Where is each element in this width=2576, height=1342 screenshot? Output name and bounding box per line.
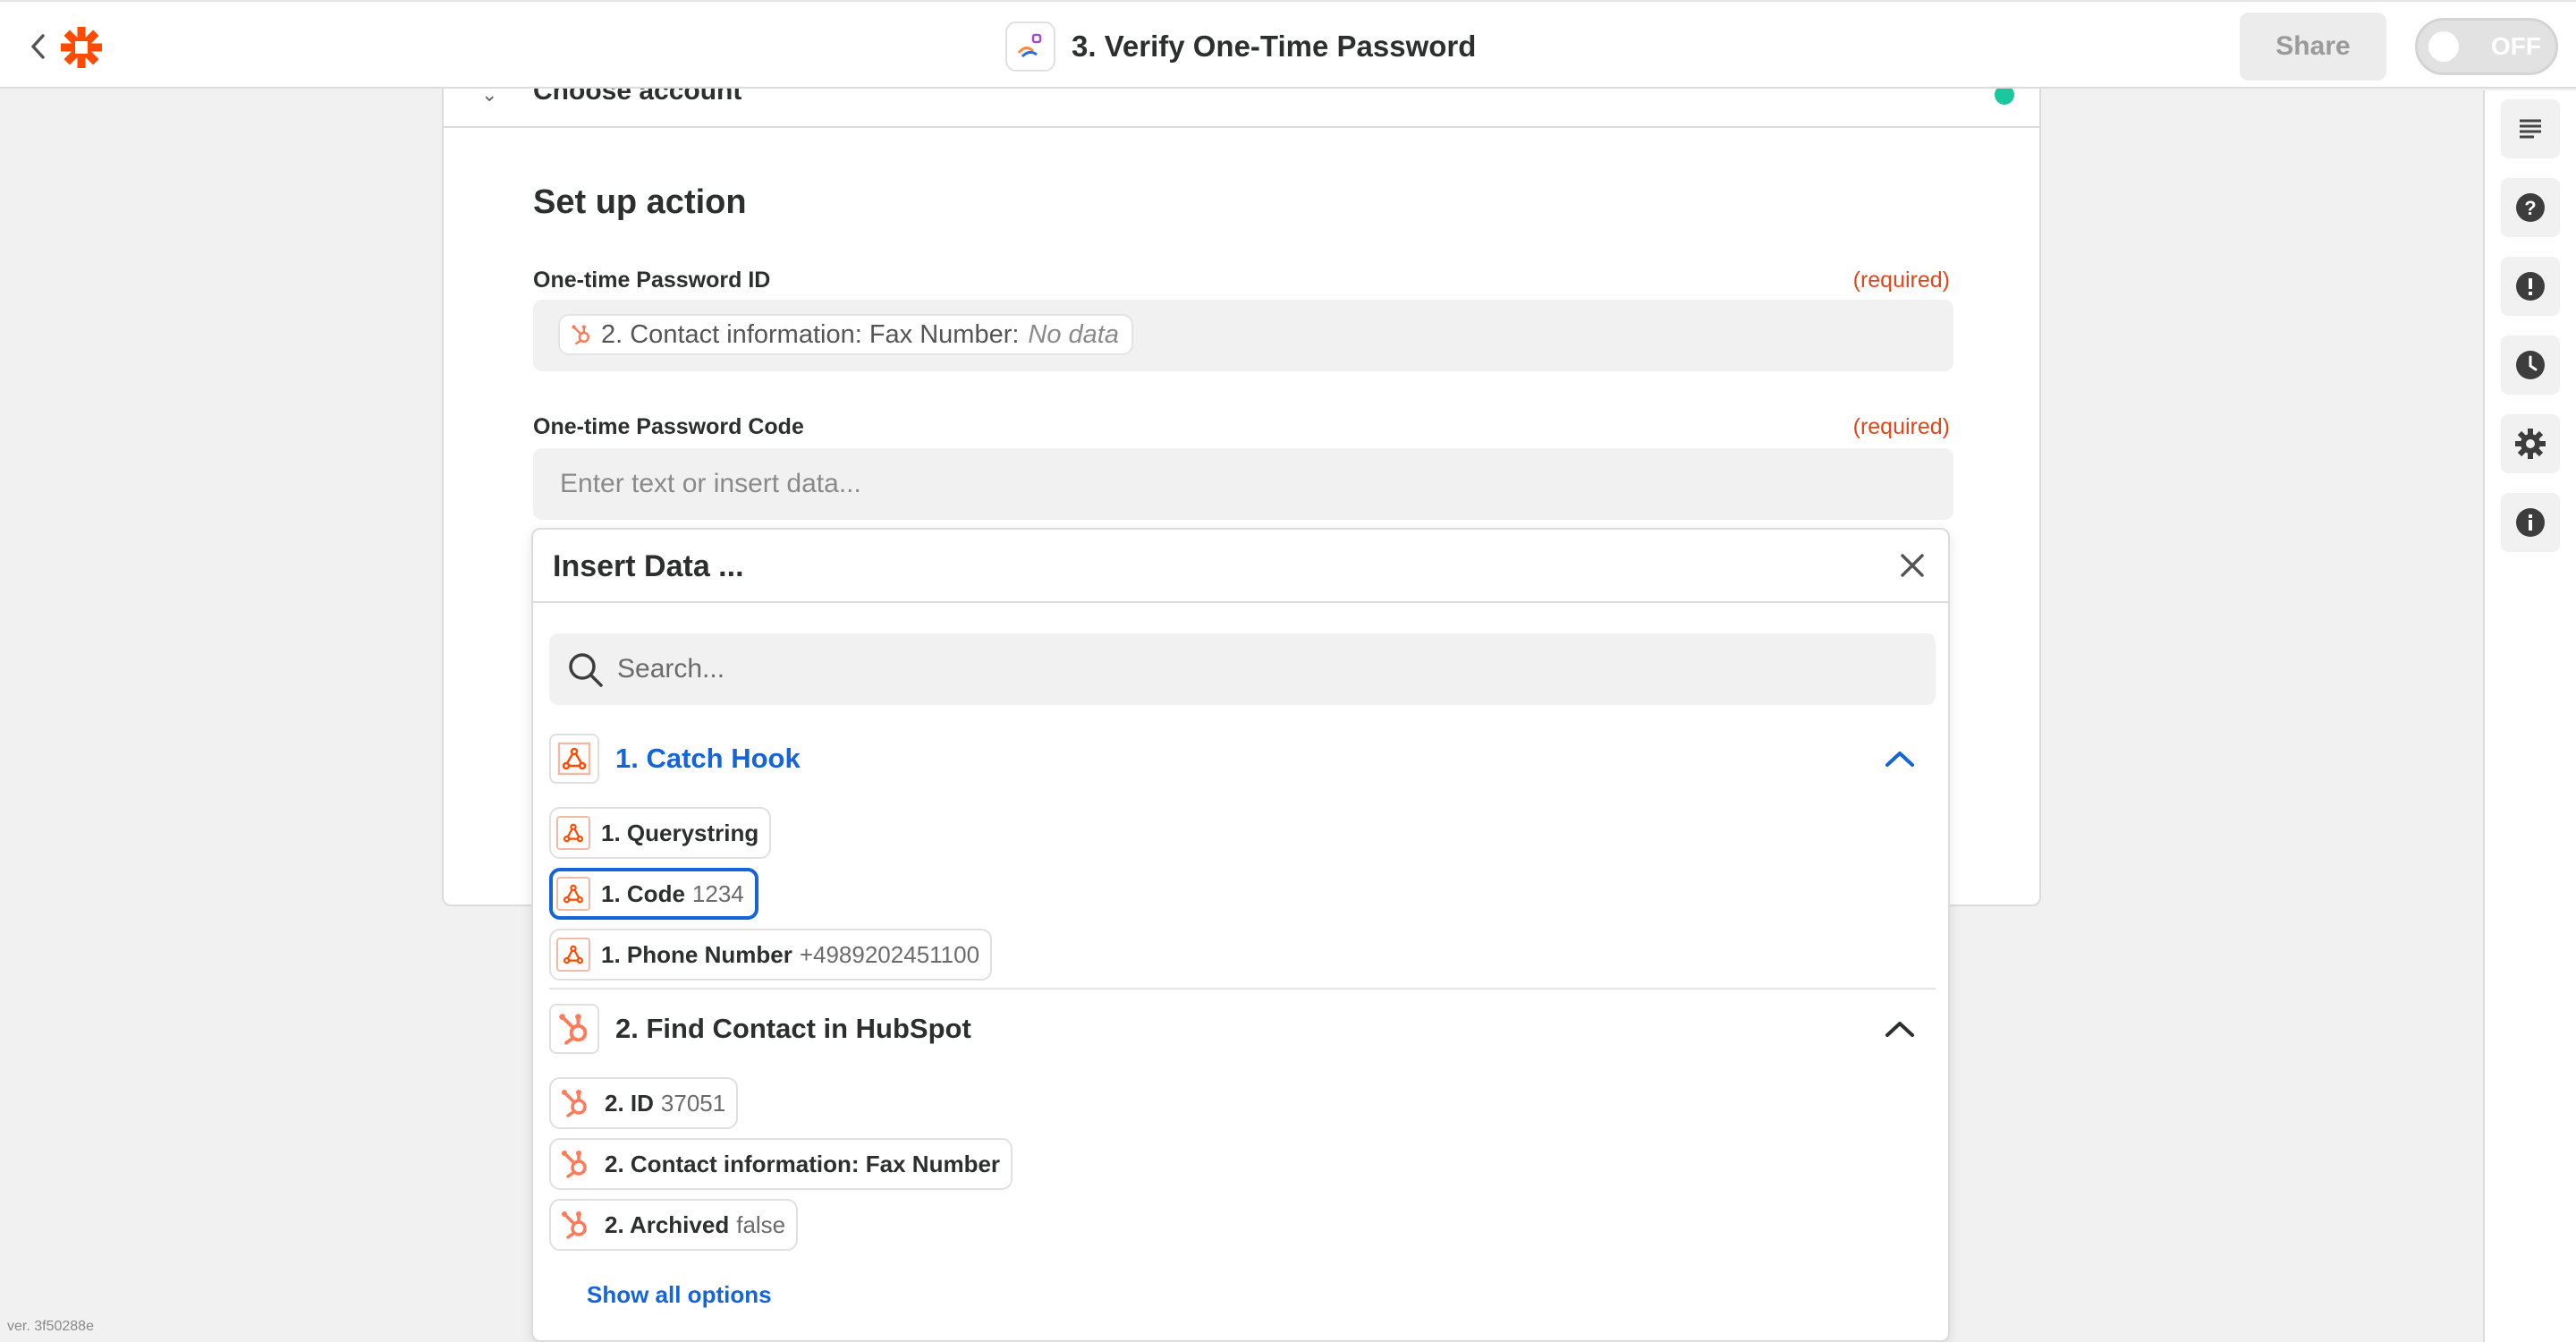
chevron-down-icon: ⌄ [481,89,498,106]
pill-nodata: No data [1028,319,1119,349]
complete-status-icon [1995,89,2014,105]
data-item-name: 2. ID [605,1089,654,1117]
close-button[interactable] [1894,548,1930,583]
alerts-button[interactable] [2501,257,2560,316]
history-button[interactable] [2501,336,2560,395]
share-button[interactable]: Share [2240,13,2386,81]
chevron-up-icon[interactable] [1882,1015,1918,1043]
history-icon [2516,351,2545,379]
mapped-data-pill[interactable]: 2. Contact information: Fax Number: No d… [558,314,1133,355]
help-button[interactable]: ? [2501,178,2560,237]
otp-code-input[interactable] [533,448,1953,520]
info-icon [2516,508,2545,537]
help-icon: ? [2516,193,2545,222]
webhook-icon [556,816,590,850]
toggle-state-label: OFF [2491,32,2541,60]
required-indicator: (required) [1852,268,1950,293]
page-title: 3. Verify One-Time Password [1072,30,1477,63]
outline-button[interactable] [2501,99,2560,158]
group-header-hubspot[interactable]: 2. Find Contact in HubSpot [549,1002,1936,1056]
search-box[interactable] [549,633,1936,705]
webhook-icon [549,734,599,784]
hubspot-icon [556,1206,594,1244]
hubspot-icon [572,325,589,345]
data-item-value: 1234 [691,879,744,907]
data-item-phone-number[interactable]: 1. Phone Number +4989202451100 [549,929,993,981]
choose-account-section[interactable]: ⌄ Choose account [444,89,2039,128]
data-item-name: 1. Phone Number [601,940,792,968]
data-item-id[interactable]: 2. ID 37051 [549,1077,739,1129]
required-indicator: (required) [1852,414,1950,439]
hubspot-icon [556,1084,594,1122]
outline-icon [2520,119,2541,139]
svg-text:?: ? [2524,197,2536,219]
data-item-value: 37051 [660,1089,726,1117]
alert-icon [2516,272,2545,301]
settings-icon [2515,429,2546,459]
field-label-otp-id: One-time Password ID [533,268,771,293]
toggle-knob [2428,31,2459,62]
otp-id-field[interactable]: 2. Contact information: Fax Number: No d… [533,300,1953,371]
data-item-code[interactable]: 1. Code 1234 [549,868,758,920]
app-step-icon [1005,21,1055,72]
top-bar: 3. Verify One-Time Password Share OFF [0,0,2576,89]
data-item-value: +4989202451100 [799,940,980,968]
zap-on-off-toggle[interactable]: OFF [2415,18,2558,75]
webhook-icon [556,938,590,972]
search-icon [569,653,603,687]
group-title: 2. Find Contact in HubSpot [615,1013,971,1044]
data-item-archived[interactable]: 2. Archived false [549,1199,799,1251]
close-icon [1901,554,1924,577]
data-item-fax-number[interactable]: 2. Contact information: Fax Number [549,1138,1013,1190]
webhook-icon [556,877,590,911]
chevron-up-icon[interactable] [1882,744,1918,773]
insert-data-dropdown: Insert Data ... 1. Catch Hook 1. Q [531,528,1950,1342]
choose-account-label: Choose account [533,89,742,106]
zapier-logo-icon[interactable] [59,25,104,70]
search-input[interactable] [617,633,1914,705]
data-item-name: 1. Querystring [601,819,759,846]
group-title: 1. Catch Hook [615,743,801,774]
otp-code-field[interactable] [533,448,1953,520]
show-all-options-link[interactable]: Show all options [587,1281,772,1309]
data-item-name: 2. Contact information: Fax Number [605,1150,1001,1177]
pill-text: 2. Contact information: Fax Number: [601,319,1020,349]
settings-button[interactable] [2501,414,2560,473]
zap-title[interactable]: 3. Verify One-Time Password [1005,21,1476,72]
dropdown-header: Insert Data ... [533,530,1948,603]
group-divider [549,988,1936,990]
group-header-catch-hook[interactable]: 1. Catch Hook [549,732,1936,786]
back-button[interactable] [25,29,50,64]
data-item-name: 1. Code [601,879,685,907]
data-item-name: 2. Archived [605,1210,730,1238]
hubspot-icon [549,1004,599,1054]
version-label: ver. 3f50288e [7,1319,94,1334]
dropdown-title: Insert Data ... [553,549,744,583]
data-item-querystring[interactable]: 1. Querystring [549,807,772,859]
hubspot-icon [556,1145,594,1183]
right-sidebar: ? [2483,90,2576,1342]
chevron-left-icon [31,34,45,59]
field-label-otp-code: One-time Password Code [533,414,804,439]
section-title: Set up action [533,183,747,221]
info-button[interactable] [2501,493,2560,552]
data-item-value: false [736,1210,786,1238]
